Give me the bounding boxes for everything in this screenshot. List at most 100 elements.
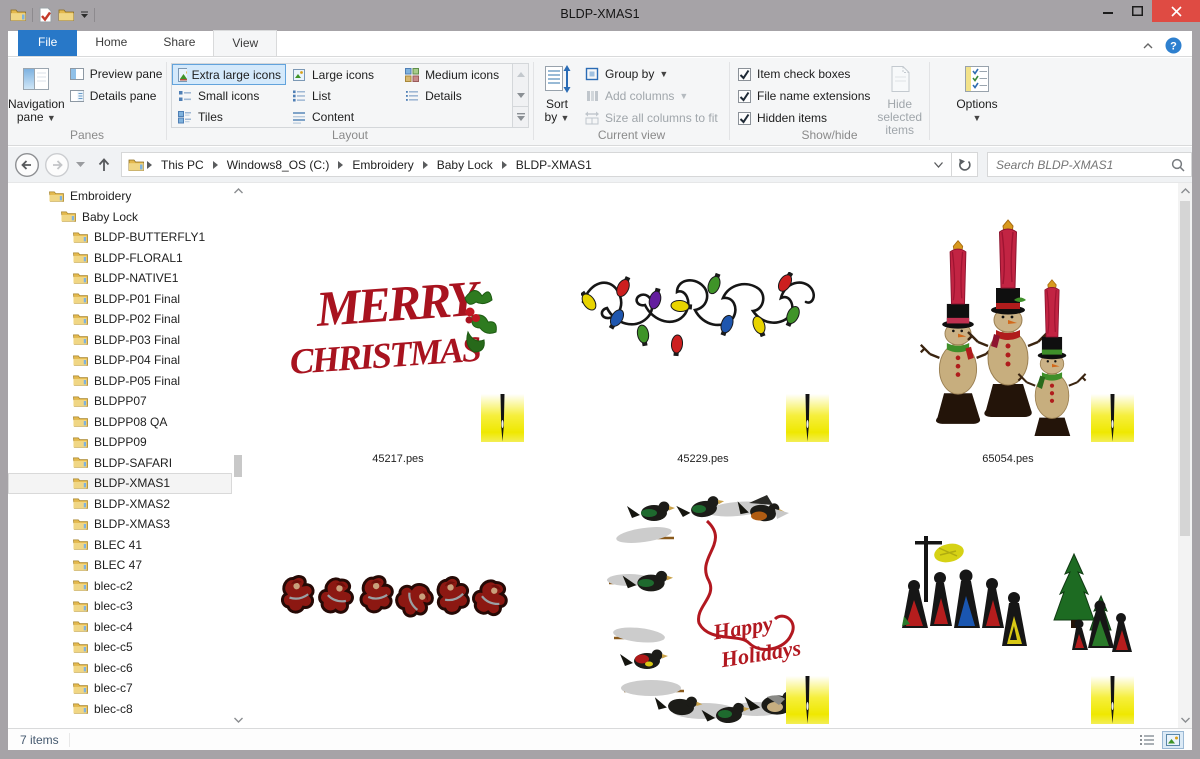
group-by-button[interactable]: Group by▼ <box>580 63 722 85</box>
sidebar-scrollbar[interactable] <box>232 183 244 728</box>
close-button[interactable] <box>1152 0 1200 22</box>
sidebar-item-label: blec-c7 <box>94 681 133 695</box>
maximize-button[interactable] <box>1123 0 1152 22</box>
sidebar-item[interactable]: BLDP-XMAS2 <box>8 494 232 515</box>
layout-small-icons[interactable]: Small icons <box>172 85 286 106</box>
search-input[interactable] <box>994 157 1171 173</box>
sidebar-item[interactable]: blec-c7 <box>8 678 232 699</box>
collapse-ribbon-icon[interactable] <box>1143 43 1153 49</box>
minimize-button[interactable] <box>1094 0 1123 22</box>
main-scroll-thumb[interactable] <box>1180 201 1190 536</box>
address-dropdown-chevron-icon[interactable] <box>926 162 951 168</box>
sidebar-item[interactable]: BLDP-NATIVE1 <box>8 268 232 289</box>
sidebar-item[interactable]: blec-c5 <box>8 637 232 658</box>
gallery-scroll-down-icon[interactable] <box>513 85 528 106</box>
breadcrumb-chevron-icon[interactable] <box>338 161 343 169</box>
file-item-45229[interactable]: 45229.pes <box>575 196 831 465</box>
main-scrollbar[interactable] <box>1178 183 1192 728</box>
file-item-45217[interactable]: MERRY CHRISTMAS 45217.pes <box>270 196 526 465</box>
up-button[interactable] <box>95 156 113 174</box>
breadcrumb-chevron-icon[interactable] <box>423 161 428 169</box>
preview-pane-button[interactable]: Preview pane <box>65 63 167 85</box>
file-item-happy-holidays-birds[interactable]: Happy Holidays <box>575 478 831 728</box>
add-columns-icon <box>584 88 600 104</box>
sidebar-item[interactable]: BLDP-FLORAL1 <box>8 248 232 269</box>
sidebar-item[interactable]: BLDPP09 <box>8 432 232 453</box>
layout-details[interactable]: Details <box>399 85 512 106</box>
main-scroll-up-icon[interactable] <box>1178 183 1192 199</box>
search-icon[interactable] <box>1171 158 1185 172</box>
sidebar-item[interactable]: BLDP-P05 Final <box>8 371 232 392</box>
details-view-button[interactable] <box>1136 731 1158 749</box>
layout-large-icons[interactable]: Large icons <box>286 64 399 85</box>
help-icon[interactable]: ? <box>1165 37 1182 54</box>
sidebar-item[interactable]: BLDP-XMAS1 <box>8 473 232 494</box>
forward-button[interactable] <box>44 152 70 178</box>
status-bar: 7 items <box>8 728 1192 750</box>
sidebar-scroll-thumb[interactable] <box>234 455 242 477</box>
breadcrumb-this-pc[interactable]: This PC <box>159 157 206 173</box>
item-check-boxes-checkbox[interactable]: Item check boxes <box>738 63 870 85</box>
address-box[interactable]: This PC Windows8_OS (C:) Embroidery Baby… <box>121 152 952 177</box>
folder-icon <box>73 456 88 469</box>
gallery-scroll-up-icon[interactable] <box>513 64 528 85</box>
breadcrumb-bldp-xmas1[interactable]: BLDP-XMAS1 <box>514 157 594 173</box>
svg-text:MERRY: MERRY <box>313 269 484 337</box>
breadcrumb-chevron-icon[interactable] <box>502 161 507 169</box>
tab-view[interactable]: View <box>213 30 277 56</box>
gallery-more-icon[interactable] <box>513 106 528 127</box>
layout-extra-large-icons[interactable]: Extra large icons <box>172 64 286 85</box>
back-button[interactable] <box>14 152 40 178</box>
preview-pane-icon <box>69 66 85 82</box>
sidebar-item[interactable]: BLDP-XMAS3 <box>8 514 232 535</box>
sidebar-item[interactable]: BLDP-P02 Final <box>8 309 232 330</box>
sidebar-item[interactable]: BLDPP08 QA <box>8 412 232 433</box>
sidebar-item[interactable]: blec-c2 <box>8 576 232 597</box>
breadcrumb-drive[interactable]: Windows8_OS (C:) <box>225 157 332 173</box>
details-pane-button[interactable]: Details pane <box>65 85 167 107</box>
refresh-button[interactable] <box>952 152 978 177</box>
breadcrumb-chevron-icon[interactable] <box>147 161 152 169</box>
layout-medium-icons[interactable]: Medium icons <box>399 64 512 85</box>
main-scroll-down-icon[interactable] <box>1178 712 1192 728</box>
item-count: 7 items <box>20 733 59 747</box>
tab-file[interactable]: File <box>18 30 77 56</box>
add-columns-button[interactable]: Add columns▼ <box>580 85 722 107</box>
folder-icon <box>73 497 88 510</box>
recent-locations-chevron-icon[interactable] <box>76 162 85 168</box>
sidebar-item[interactable]: BLDP-SAFARI <box>8 453 232 474</box>
folder-icon <box>73 374 88 387</box>
sidebar-item[interactable]: blec-c3 <box>8 596 232 617</box>
options-button[interactable]: Options▼ <box>944 61 1010 125</box>
sidebar-item[interactable]: blec-c8 <box>8 699 232 720</box>
file-item-65054[interactable]: 65054.pes <box>880 196 1136 465</box>
size-all-columns-button[interactable]: Size all columns to fit <box>580 107 722 129</box>
sidebar-item[interactable]: blec-c4 <box>8 617 232 638</box>
sidebar-item[interactable]: BLEC 47 <box>8 555 232 576</box>
breadcrumb-embroidery[interactable]: Embroidery <box>350 157 415 173</box>
tab-home[interactable]: Home <box>77 30 145 56</box>
sidebar-item[interactable]: blec-c6 <box>8 658 232 679</box>
sidebar-item[interactable]: BLDP-P01 Final <box>8 289 232 310</box>
layout-content[interactable]: Content <box>286 106 399 127</box>
layout-tiles[interactable]: Tiles <box>172 106 286 127</box>
large-thumbnails-view-button[interactable] <box>1162 731 1184 749</box>
hidden-items-checkbox[interactable]: Hidden items <box>738 107 870 129</box>
sidebar-item[interactable]: Baby Lock <box>8 207 232 228</box>
file-name-extensions-checkbox[interactable]: File name extensions <box>738 85 870 107</box>
breadcrumb-chevron-icon[interactable] <box>213 161 218 169</box>
file-item-santas[interactable] <box>270 478 526 728</box>
sidebar-item[interactable]: BLDPP07 <box>8 391 232 412</box>
breadcrumb-baby-lock[interactable]: Baby Lock <box>435 157 495 173</box>
sidebar-item[interactable]: Embroidery <box>8 186 232 207</box>
file-item-carolers[interactable] <box>880 478 1136 728</box>
sidebar-scroll-up-icon[interactable] <box>232 183 244 199</box>
layout-list[interactable]: List <box>286 85 399 106</box>
tab-share[interactable]: Share <box>145 30 213 56</box>
sidebar-item[interactable]: BLEC 41 <box>8 535 232 556</box>
sidebar-scroll-down-icon[interactable] <box>232 712 244 728</box>
sidebar-item[interactable]: BLDP-BUTTERFLY1 <box>8 227 232 248</box>
ribbon-tab-row: File Home Share View ? <box>8 31 1192 57</box>
sidebar-item[interactable]: BLDP-P03 Final <box>8 330 232 351</box>
sidebar-item[interactable]: BLDP-P04 Final <box>8 350 232 371</box>
